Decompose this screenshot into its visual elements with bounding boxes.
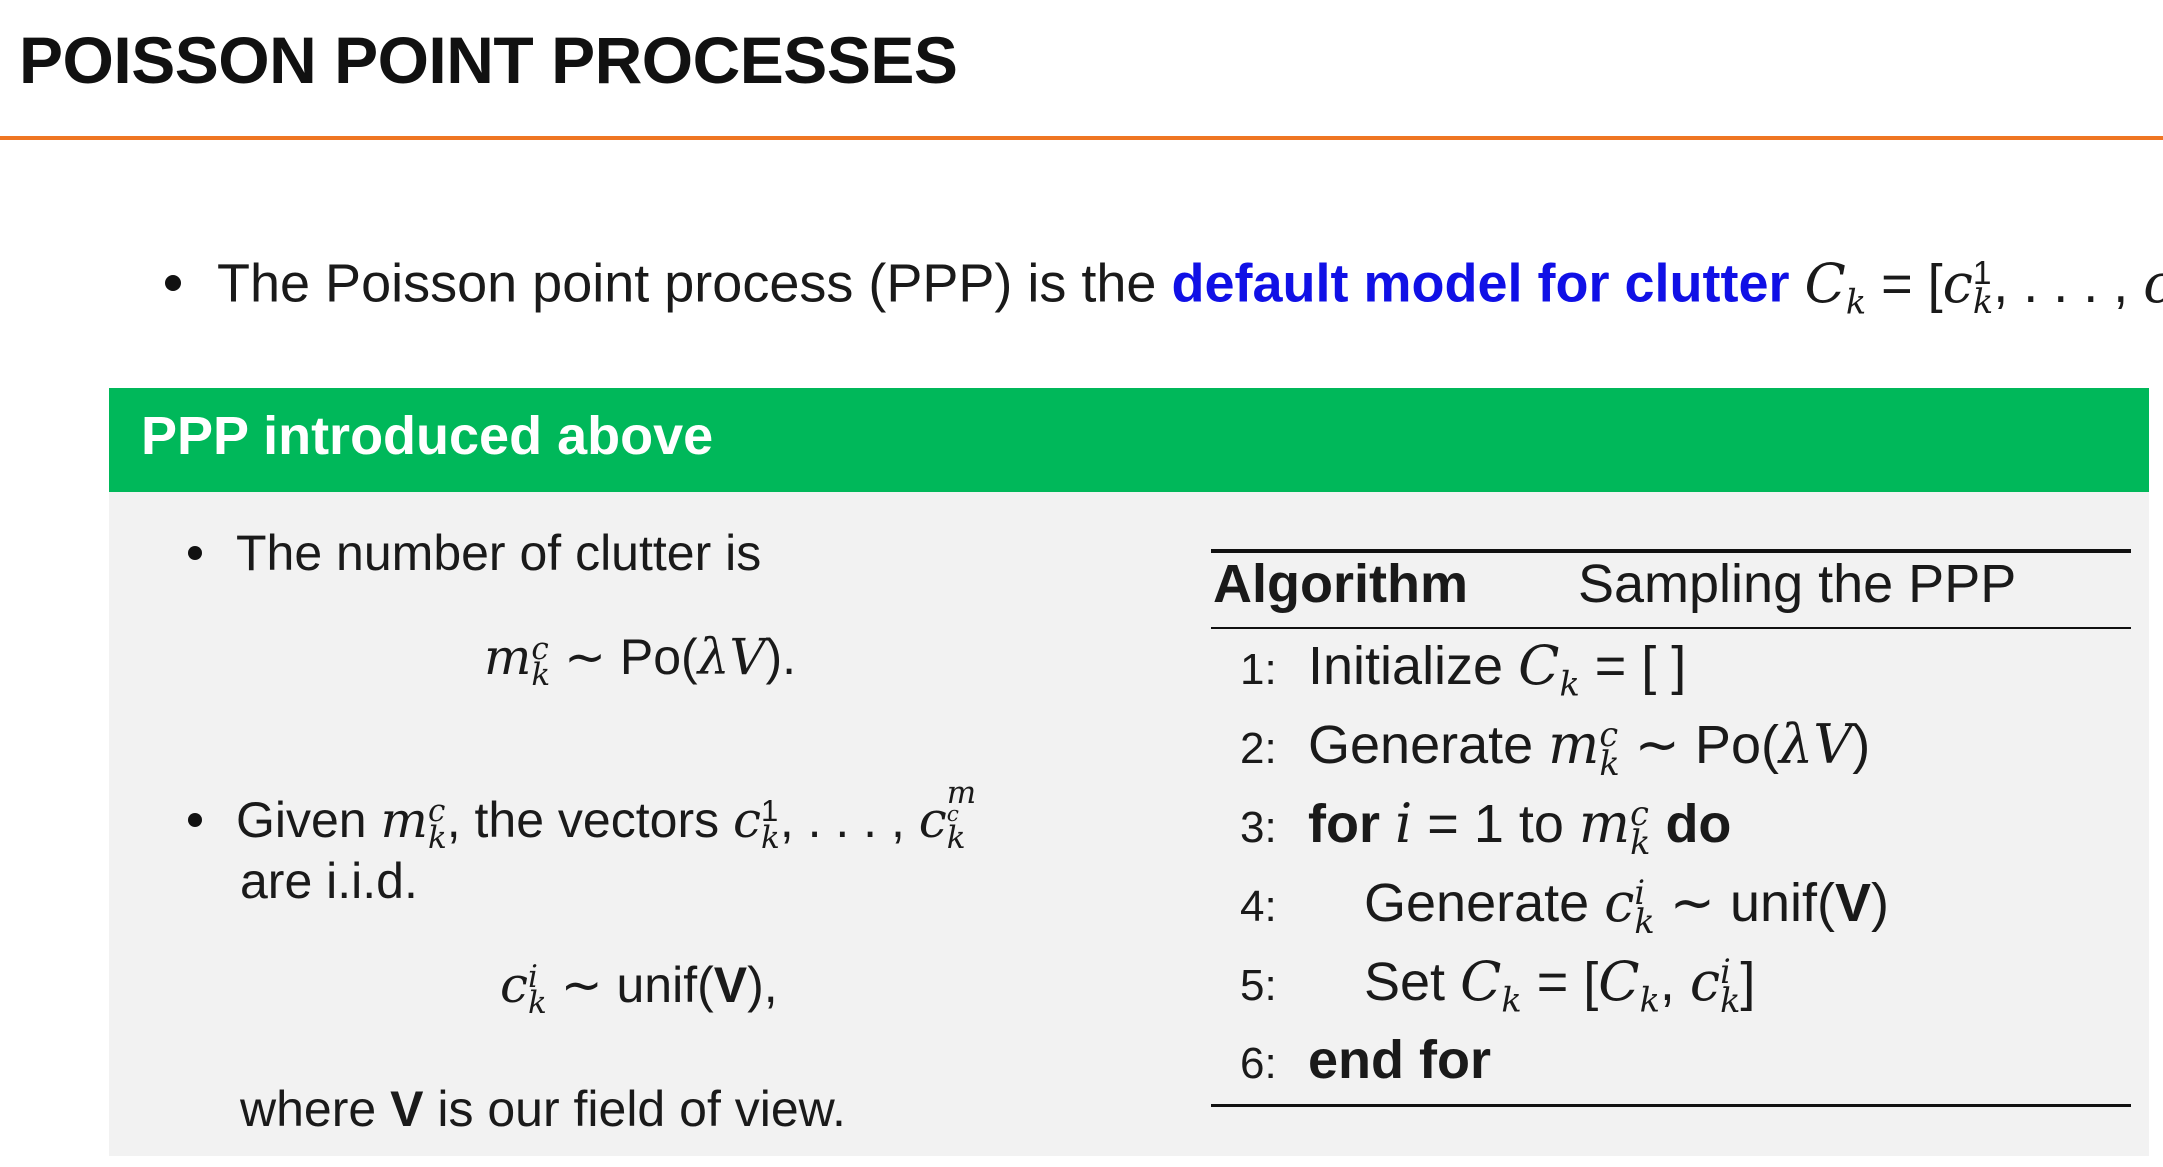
bullet-dot <box>188 812 202 827</box>
algorithm-label: Algorithm <box>1213 554 1468 614</box>
algorithm-step-1: 1: Initialize Ck = [ ] <box>1240 634 1687 704</box>
algorithm-bottom-rule <box>1211 1104 2131 1107</box>
algorithm-step-6: 6: end for <box>1240 1030 1491 1090</box>
iid-bullet: Given mck, the vectors c1k, . . . , cmck <box>188 778 976 853</box>
fov-text: where V is our field of view. <box>240 1081 846 1137</box>
intro-formula: Ck = [c1k, . . . , cmck]. <box>1804 251 2163 322</box>
intro-bullet: The Poisson point process (PPP) is the d… <box>165 240 2163 321</box>
title-divider <box>0 136 2163 140</box>
iid-text-a: Given <box>236 791 367 848</box>
algorithm-header: Algorithm Sampling the PPP <box>1213 553 2016 615</box>
intro-text: The Poisson point process (PPP) is the <box>217 253 1172 314</box>
iid-text-c: are i.i.d. <box>240 853 418 909</box>
clutter-count-text: The number of clutter is <box>236 525 762 581</box>
algorithm-step-5: 5: Set Ck = [Ck, c i k] <box>1240 950 1756 1020</box>
slide-title: POISSON POINT PROCESSES <box>19 23 958 97</box>
bullet-dot <box>165 275 181 292</box>
algorithm-step-3: 3: for i = 1 to mck do <box>1240 792 1732 862</box>
clutter-count-bullet: The number of clutter is <box>188 524 761 582</box>
algorithm-mid-rule <box>1211 627 2131 629</box>
ppp-block-title: PPP introduced above <box>141 406 714 466</box>
uniform-equation: cik ∼ unif(V), <box>500 956 778 1021</box>
bullet-dot <box>188 545 202 560</box>
algorithm-step-2: 2: Generate mck ∼ Po(λV) <box>1240 713 1871 783</box>
iid-text-b: , the vectors <box>446 791 720 848</box>
algorithm-name: Sampling the PPP <box>1577 554 2017 614</box>
intro-highlight: default model for clutter <box>1171 253 1790 314</box>
clutter-count-equation: mck ∼ Po(λV). <box>484 628 797 693</box>
algorithm-step-4: 4: Generate cik ∼ unif(V) <box>1240 871 1890 941</box>
